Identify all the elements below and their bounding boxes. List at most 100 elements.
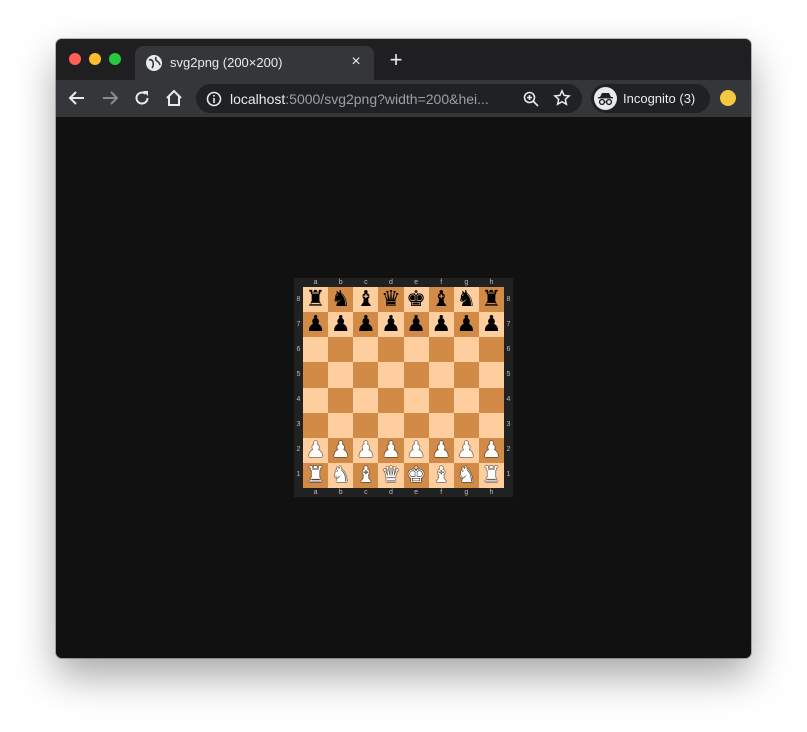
white-pawn-icon[interactable]: ♟ <box>406 438 426 463</box>
square-f4[interactable] <box>428 387 454 413</box>
black-pawn-icon[interactable]: ♟ <box>306 312 326 337</box>
white-pawn-icon[interactable]: ♟ <box>356 438 376 463</box>
square-d3[interactable] <box>378 412 404 438</box>
close-window-button[interactable] <box>69 53 81 65</box>
square-a5[interactable] <box>303 362 329 388</box>
square-d1[interactable]: ♛ <box>378 462 404 488</box>
square-g8[interactable]: ♞ <box>453 287 479 313</box>
white-pawn-icon[interactable]: ♟ <box>431 438 451 463</box>
white-knight-icon[interactable]: ♞ <box>456 463 476 488</box>
black-rook-icon[interactable]: ♜ <box>482 287 502 312</box>
square-f7[interactable]: ♟ <box>428 312 454 338</box>
square-b6[interactable] <box>328 337 354 363</box>
square-b7[interactable]: ♟ <box>328 312 354 338</box>
square-d2[interactable]: ♟ <box>378 437 404 463</box>
square-c1[interactable]: ♝ <box>353 462 379 488</box>
extension-icon[interactable] <box>720 90 736 106</box>
square-a1[interactable]: ♜ <box>303 462 329 488</box>
square-h6[interactable] <box>478 337 504 363</box>
address-bar[interactable]: localhost:5000/svg2png?width=200&hei... <box>196 84 582 113</box>
black-pawn-icon[interactable]: ♟ <box>406 312 426 337</box>
white-pawn-icon[interactable]: ♟ <box>381 438 401 463</box>
square-c7[interactable]: ♟ <box>353 312 379 338</box>
square-b4[interactable] <box>328 387 354 413</box>
square-e5[interactable] <box>403 362 429 388</box>
square-h2[interactable]: ♟ <box>478 437 504 463</box>
square-d8[interactable]: ♛ <box>378 287 404 313</box>
white-pawn-icon[interactable]: ♟ <box>456 438 476 463</box>
white-bishop-icon[interactable]: ♝ <box>431 463 451 488</box>
square-h3[interactable] <box>478 412 504 438</box>
square-h7[interactable]: ♟ <box>478 312 504 338</box>
square-a7[interactable]: ♟ <box>303 312 329 338</box>
square-a3[interactable] <box>303 412 329 438</box>
square-b2[interactable]: ♟ <box>328 437 354 463</box>
square-f5[interactable] <box>428 362 454 388</box>
white-rook-icon[interactable]: ♜ <box>482 463 502 488</box>
square-e4[interactable] <box>403 387 429 413</box>
zoom-icon[interactable] <box>522 90 540 108</box>
square-b3[interactable] <box>328 412 354 438</box>
black-pawn-icon[interactable]: ♟ <box>482 312 502 337</box>
new-tab-button[interactable]: + <box>386 49 406 71</box>
black-knight-icon[interactable]: ♞ <box>331 287 351 312</box>
info-icon[interactable] <box>206 91 222 107</box>
square-e2[interactable]: ♟ <box>403 437 429 463</box>
black-pawn-icon[interactable]: ♟ <box>331 312 351 337</box>
black-pawn-icon[interactable]: ♟ <box>381 312 401 337</box>
square-g2[interactable]: ♟ <box>453 437 479 463</box>
square-g5[interactable] <box>453 362 479 388</box>
square-f1[interactable]: ♝ <box>428 462 454 488</box>
white-pawn-icon[interactable]: ♟ <box>331 438 351 463</box>
square-a4[interactable] <box>303 387 329 413</box>
home-button[interactable] <box>163 87 185 109</box>
square-e7[interactable]: ♟ <box>403 312 429 338</box>
white-rook-icon[interactable]: ♜ <box>306 463 326 488</box>
square-e1[interactable]: ♚ <box>403 462 429 488</box>
square-g4[interactable] <box>453 387 479 413</box>
black-bishop-icon[interactable]: ♝ <box>356 287 376 312</box>
url-text[interactable]: localhost:5000/svg2png?width=200&hei... <box>230 91 489 107</box>
square-e6[interactable] <box>403 337 429 363</box>
square-e3[interactable] <box>403 412 429 438</box>
square-g1[interactable]: ♞ <box>453 462 479 488</box>
square-c2[interactable]: ♟ <box>353 437 379 463</box>
square-b1[interactable]: ♞ <box>328 462 354 488</box>
square-e8[interactable]: ♚ <box>403 287 429 313</box>
square-c4[interactable] <box>353 387 379 413</box>
black-bishop-icon[interactable]: ♝ <box>431 287 451 312</box>
square-h4[interactable] <box>478 387 504 413</box>
bookmark-star-icon[interactable] <box>553 88 571 107</box>
square-a6[interactable] <box>303 337 329 363</box>
square-f3[interactable] <box>428 412 454 438</box>
square-f8[interactable]: ♝ <box>428 287 454 313</box>
square-h8[interactable]: ♜ <box>478 287 504 313</box>
square-h1[interactable]: ♜ <box>478 462 504 488</box>
black-pawn-icon[interactable]: ♟ <box>356 312 376 337</box>
square-b8[interactable]: ♞ <box>328 287 354 313</box>
maximize-window-button[interactable] <box>109 53 121 65</box>
square-g7[interactable]: ♟ <box>453 312 479 338</box>
tab-svg2png[interactable]: svg2png (200×200) × <box>135 46 374 80</box>
square-h5[interactable] <box>478 362 504 388</box>
close-tab-button[interactable]: × <box>347 53 365 71</box>
minimize-window-button[interactable] <box>89 53 101 65</box>
square-c3[interactable] <box>353 412 379 438</box>
square-d4[interactable] <box>378 387 404 413</box>
square-g3[interactable] <box>453 412 479 438</box>
square-a2[interactable]: ♟ <box>303 437 329 463</box>
black-rook-icon[interactable]: ♜ <box>306 287 326 312</box>
square-d7[interactable]: ♟ <box>378 312 404 338</box>
forward-button[interactable] <box>99 87 121 109</box>
black-queen-icon[interactable]: ♛ <box>381 287 401 312</box>
white-pawn-icon[interactable]: ♟ <box>482 438 502 463</box>
black-king-icon[interactable]: ♚ <box>406 287 426 312</box>
square-g6[interactable] <box>453 337 479 363</box>
incognito-profile-button[interactable]: Incognito (3) <box>591 84 710 113</box>
square-b5[interactable] <box>328 362 354 388</box>
square-f6[interactable] <box>428 337 454 363</box>
white-knight-icon[interactable]: ♞ <box>331 463 351 488</box>
black-pawn-icon[interactable]: ♟ <box>456 312 476 337</box>
square-c8[interactable]: ♝ <box>353 287 379 313</box>
square-d6[interactable] <box>378 337 404 363</box>
